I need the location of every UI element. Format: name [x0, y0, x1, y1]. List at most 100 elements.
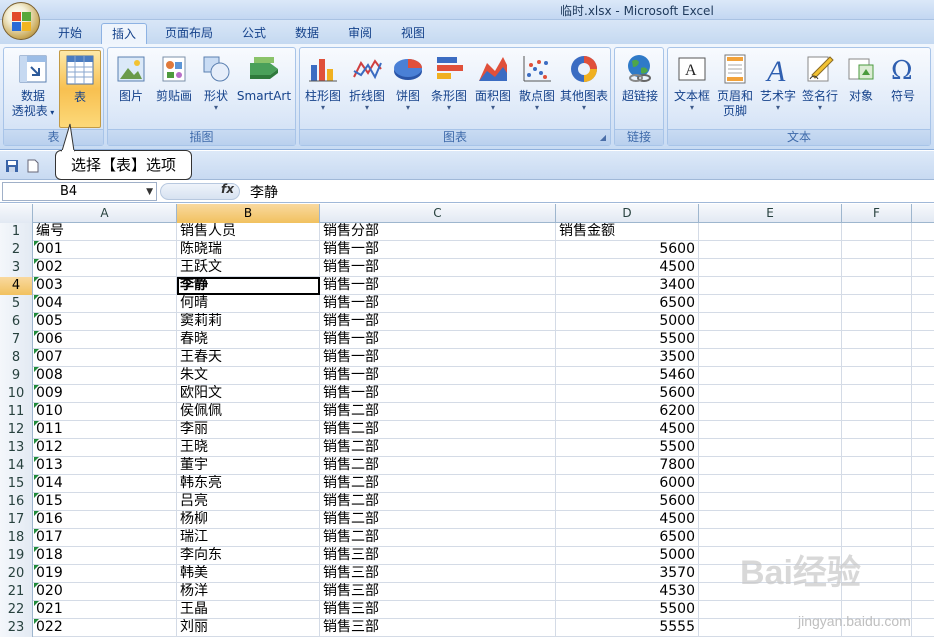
cell-e[interactable]	[699, 349, 842, 367]
row-header[interactable]: 19	[0, 547, 33, 565]
cell-b[interactable]: 韩美	[177, 565, 320, 583]
signature-line-button[interactable]: 签名行 ▾	[799, 53, 841, 127]
tab-review[interactable]: 审阅	[338, 23, 382, 44]
formula-input[interactable]: 李静	[250, 182, 278, 202]
cell-c[interactable]: 销售三部	[320, 583, 556, 601]
cell-e[interactable]	[699, 601, 842, 619]
cell-a[interactable]: 015	[33, 493, 177, 511]
cell-c[interactable]: 销售一部	[320, 367, 556, 385]
cell-c[interactable]: 销售二部	[320, 421, 556, 439]
cell-b[interactable]: 李静	[177, 277, 320, 295]
row-header[interactable]: 22	[0, 601, 33, 619]
cell-b[interactable]: 侯佩佩	[177, 403, 320, 421]
tab-page-layout[interactable]: 页面布局	[155, 23, 223, 44]
row-header[interactable]: 23	[0, 619, 33, 637]
row-header[interactable]: 16	[0, 493, 33, 511]
cell-a[interactable]: 001	[33, 241, 177, 259]
cell-e[interactable]	[699, 439, 842, 457]
cell-f[interactable]	[842, 493, 912, 511]
cell-c[interactable]: 销售三部	[320, 565, 556, 583]
cell-d[interactable]: 3570	[556, 565, 699, 583]
row-header[interactable]: 6	[0, 313, 33, 331]
tab-insert[interactable]: 插入	[101, 23, 147, 44]
cell-a[interactable]: 021	[33, 601, 177, 619]
cell-d[interactable]: 5000	[556, 313, 699, 331]
cell-f[interactable]	[842, 367, 912, 385]
cell-f[interactable]	[842, 259, 912, 277]
smartart-button[interactable]: SmartArt	[235, 53, 293, 127]
cell-b[interactable]: 陈晓瑞	[177, 241, 320, 259]
shapes-button[interactable]: 形状 ▾	[198, 53, 234, 127]
cell-c[interactable]: 销售分部	[320, 223, 556, 241]
cell-f[interactable]	[842, 241, 912, 259]
cell-b[interactable]: 欧阳文	[177, 385, 320, 403]
cell-d[interactable]: 5460	[556, 367, 699, 385]
row-header[interactable]: 10	[0, 385, 33, 403]
tab-view[interactable]: 视图	[391, 23, 435, 44]
cell-b[interactable]: 王春天	[177, 349, 320, 367]
charts-dialog-launcher-icon[interactable]: ◢	[598, 133, 608, 143]
row-header[interactable]: 1	[0, 223, 33, 241]
tab-home[interactable]: 开始	[48, 23, 92, 44]
cell-b[interactable]: 刘丽	[177, 619, 320, 637]
cell-d[interactable]: 6500	[556, 529, 699, 547]
column-header-a[interactable]: A	[33, 204, 177, 223]
cell-e[interactable]	[699, 421, 842, 439]
office-button[interactable]	[2, 2, 40, 40]
cell-b[interactable]: 王晶	[177, 601, 320, 619]
area-chart-button[interactable]: 面积图 ▾	[472, 53, 514, 127]
cell-c[interactable]: 销售二部	[320, 439, 556, 457]
cell-e[interactable]	[699, 277, 842, 295]
textbox-button[interactable]: A 文本框 ▾	[671, 53, 713, 127]
cell-d[interactable]: 5600	[556, 241, 699, 259]
cell-c[interactable]: 销售二部	[320, 493, 556, 511]
cell-d[interactable]: 5600	[556, 493, 699, 511]
cell-a[interactable]: 013	[33, 457, 177, 475]
cell-a[interactable]: 007	[33, 349, 177, 367]
table-button[interactable]: 表	[59, 50, 101, 128]
cell-c[interactable]: 销售一部	[320, 277, 556, 295]
cell-f[interactable]	[842, 223, 912, 241]
cell-d[interactable]: 销售金额	[556, 223, 699, 241]
cell-e[interactable]	[699, 403, 842, 421]
tab-formulas[interactable]: 公式	[232, 23, 276, 44]
cell-b[interactable]: 李向东	[177, 547, 320, 565]
row-header[interactable]: 18	[0, 529, 33, 547]
cell-c[interactable]: 销售一部	[320, 241, 556, 259]
cell-a[interactable]: 018	[33, 547, 177, 565]
object-button[interactable]: 对象	[843, 53, 879, 127]
cell-e[interactable]	[699, 583, 842, 601]
cell-b[interactable]: 李丽	[177, 421, 320, 439]
cell-c[interactable]: 销售三部	[320, 619, 556, 637]
cell-f[interactable]	[842, 331, 912, 349]
cell-e[interactable]	[699, 331, 842, 349]
column-header-b[interactable]: B	[177, 204, 320, 223]
cell-c[interactable]: 销售二部	[320, 511, 556, 529]
cell-c[interactable]: 销售二部	[320, 403, 556, 421]
cell-f[interactable]	[842, 529, 912, 547]
row-header[interactable]: 8	[0, 349, 33, 367]
cell-d[interactable]: 3500	[556, 349, 699, 367]
new-document-icon[interactable]	[26, 159, 40, 173]
cell-a[interactable]: 019	[33, 565, 177, 583]
cell-c[interactable]: 销售一部	[320, 313, 556, 331]
cell-a[interactable]: 005	[33, 313, 177, 331]
cell-d[interactable]: 5555	[556, 619, 699, 637]
cell-d[interactable]: 5600	[556, 385, 699, 403]
cell-d[interactable]: 6200	[556, 403, 699, 421]
pie-chart-button[interactable]: 饼图 ▾	[390, 53, 426, 127]
row-header[interactable]: 4	[0, 277, 33, 295]
cell-c[interactable]: 销售二部	[320, 529, 556, 547]
column-chart-button[interactable]: 柱形图 ▾	[302, 53, 344, 127]
cell-d[interactable]: 4530	[556, 583, 699, 601]
column-header-f[interactable]: F	[842, 204, 912, 223]
cell-b[interactable]: 韩东亮	[177, 475, 320, 493]
wordart-button[interactable]: A 艺术字 ▾	[757, 53, 799, 127]
row-header[interactable]: 20	[0, 565, 33, 583]
cell-e[interactable]	[699, 295, 842, 313]
cell-c[interactable]: 销售二部	[320, 457, 556, 475]
cell-a[interactable]: 020	[33, 583, 177, 601]
cell-b[interactable]: 春晓	[177, 331, 320, 349]
cell-d[interactable]: 3400	[556, 277, 699, 295]
cell-c[interactable]: 销售二部	[320, 475, 556, 493]
